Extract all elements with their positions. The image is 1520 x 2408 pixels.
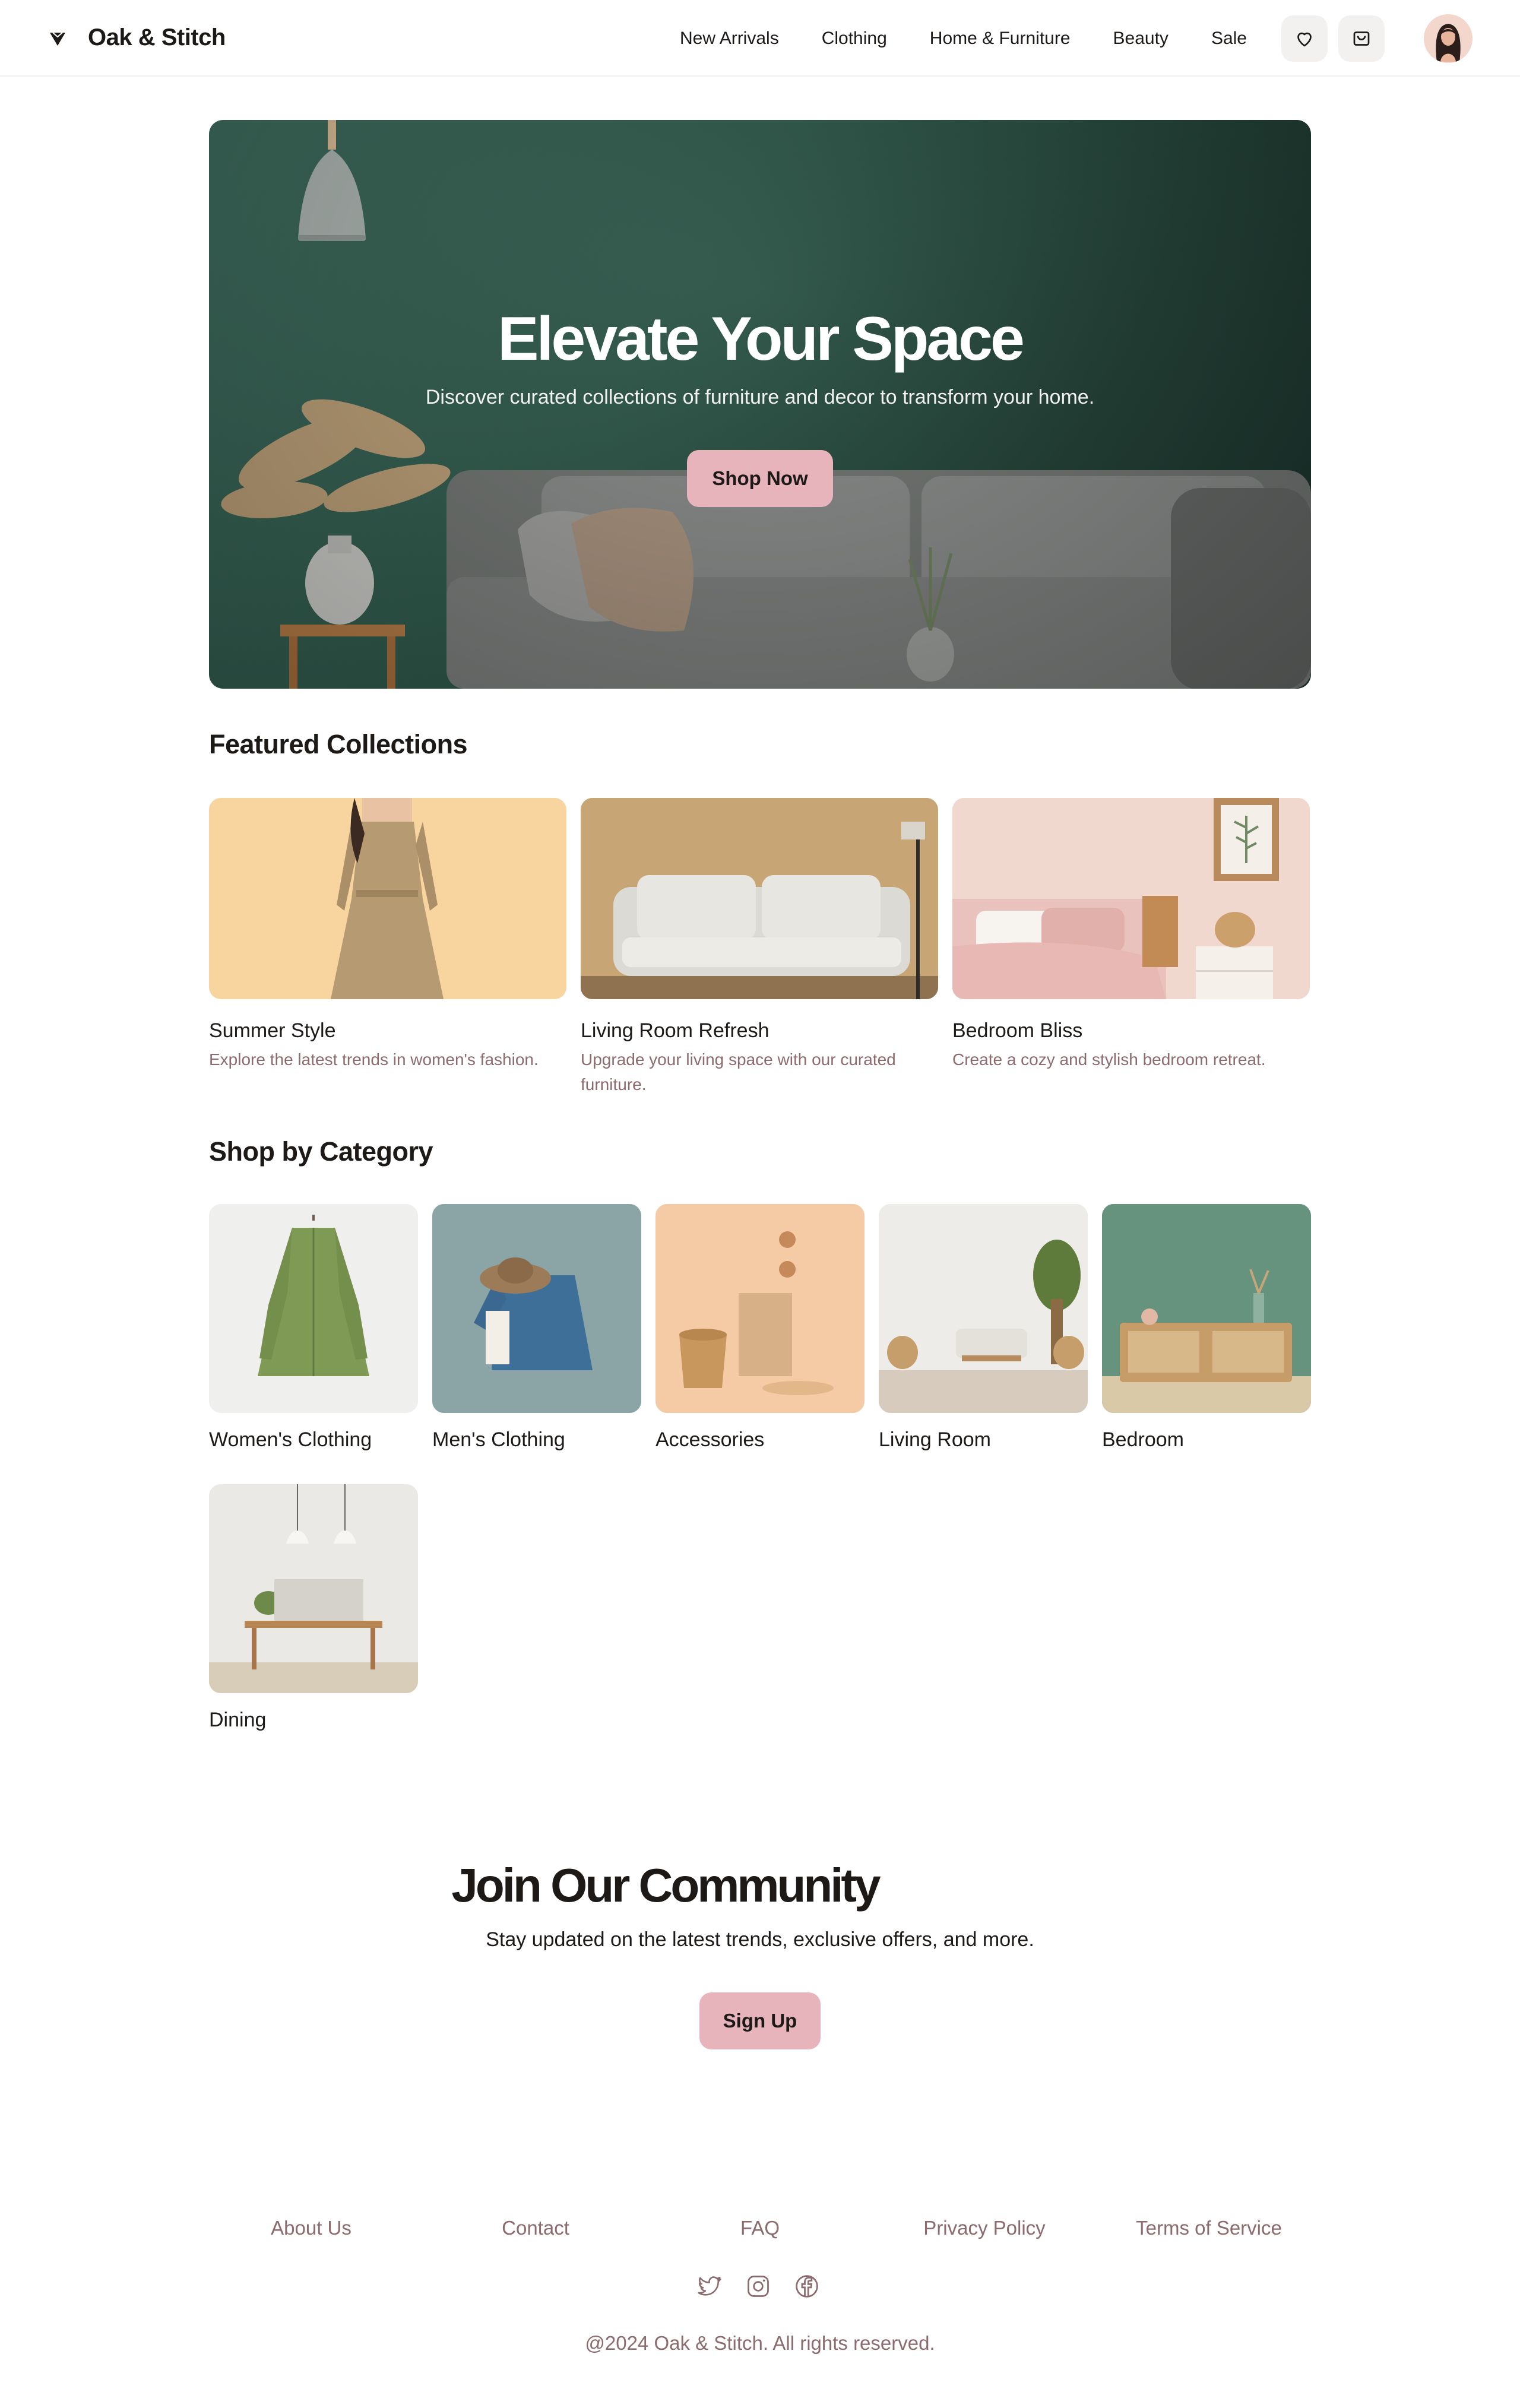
collection-card-living-room-refresh[interactable]: Living Room Refresh Upgrade your living … bbox=[581, 798, 938, 1097]
nav-home-furniture[interactable]: Home & Furniture bbox=[930, 28, 1071, 49]
category-dining[interactable]: Dining bbox=[209, 1484, 418, 1732]
category-image bbox=[209, 1204, 418, 1413]
facebook-icon[interactable] bbox=[793, 2273, 821, 2300]
footer-links: About Us Contact FAQ Privacy Policy Term… bbox=[209, 2217, 1311, 2245]
category-label: Women's Clothing bbox=[209, 1428, 372, 1451]
avatar[interactable] bbox=[1424, 14, 1472, 63]
category-living-room[interactable]: Living Room bbox=[879, 1204, 1088, 1452]
copyright: @2024 Oak & Stitch. All rights reserved. bbox=[585, 2332, 935, 2354]
cart-button[interactable] bbox=[1338, 15, 1385, 62]
cart-icon bbox=[1353, 31, 1370, 46]
hero-subtitle: Discover curated collections of furnitur… bbox=[425, 386, 1095, 408]
social-links bbox=[696, 2273, 821, 2300]
collection-description: Explore the latest trends in women's fas… bbox=[209, 1050, 539, 1069]
collection-card-summer-style[interactable]: Summer Style Explore the latest trends i… bbox=[209, 798, 566, 1072]
sign-up-button[interactable]: Sign Up bbox=[699, 1992, 821, 2049]
collection-card-bedroom-bliss[interactable]: Bedroom Bliss Create a cozy and stylish … bbox=[952, 798, 1310, 1072]
category-image bbox=[432, 1204, 641, 1413]
shop-by-category-title: Shop by Category bbox=[209, 1136, 433, 1167]
wishlist-button[interactable] bbox=[1281, 15, 1328, 62]
footer-link-terms-of-service[interactable]: Terms of Service bbox=[1136, 2217, 1282, 2239]
twitter-icon[interactable] bbox=[696, 2273, 723, 2300]
collection-description: Create a cozy and stylish bedroom retrea… bbox=[952, 1050, 1266, 1069]
nav-new-arrivals[interactable]: New Arrivals bbox=[680, 28, 779, 49]
category-mens-clothing[interactable]: Men's Clothing bbox=[432, 1204, 641, 1452]
community-subtitle: Stay updated on the latest trends, exclu… bbox=[486, 1928, 1034, 1951]
category-image bbox=[209, 1484, 418, 1693]
category-accessories[interactable]: Accessories bbox=[656, 1204, 864, 1452]
brand-name: Oak & Stitch bbox=[88, 24, 226, 50]
collection-description: Upgrade your living space with our curat… bbox=[581, 1050, 896, 1094]
instagram-icon[interactable] bbox=[745, 2273, 772, 2300]
nav-clothing[interactable]: Clothing bbox=[822, 28, 887, 49]
footer-link-faq[interactable]: FAQ bbox=[740, 2217, 780, 2239]
collection-title: Summer Style bbox=[209, 1019, 336, 1042]
collection-image bbox=[952, 798, 1310, 999]
footer-link-contact[interactable]: Contact bbox=[502, 2217, 569, 2239]
category-label: Dining bbox=[209, 1709, 267, 1731]
category-womens-clothing[interactable]: Women's Clothing bbox=[209, 1204, 418, 1452]
nav-beauty[interactable]: Beauty bbox=[1113, 28, 1168, 49]
category-image bbox=[656, 1204, 864, 1413]
category-label: Living Room bbox=[879, 1428, 991, 1451]
brand-logo-icon bbox=[48, 28, 68, 48]
collection-image bbox=[581, 798, 938, 999]
collection-image bbox=[209, 798, 566, 999]
category-label: Accessories bbox=[656, 1428, 765, 1451]
footer-link-about-us[interactable]: About Us bbox=[271, 2217, 352, 2239]
category-image bbox=[879, 1204, 1088, 1413]
heart-icon bbox=[1297, 32, 1312, 47]
brand[interactable]: Oak & Stitch bbox=[48, 24, 226, 51]
category-bedroom[interactable]: Bedroom bbox=[1102, 1204, 1311, 1452]
category-label: Bedroom bbox=[1102, 1428, 1184, 1451]
hero-title: Elevate Your Space bbox=[498, 305, 1025, 373]
category-image bbox=[1102, 1204, 1311, 1413]
collection-title: Bedroom Bliss bbox=[952, 1019, 1083, 1042]
featured-collections-title: Featured Collections bbox=[209, 729, 468, 759]
category-label: Men's Clothing bbox=[432, 1428, 565, 1451]
footer-link-privacy-policy[interactable]: Privacy Policy bbox=[923, 2217, 1045, 2239]
community-title: Join Our Community bbox=[451, 1859, 881, 1912]
main-nav: New Arrivals Clothing Home & Furniture B… bbox=[680, 0, 1247, 77]
site-header: Oak & Stitch New Arrivals Clothing Home … bbox=[0, 0, 1520, 77]
shop-now-button[interactable]: Shop Now bbox=[687, 450, 833, 507]
collection-title: Living Room Refresh bbox=[581, 1019, 770, 1042]
hero-banner: Elevate Your Space Discover curated coll… bbox=[209, 120, 1311, 689]
nav-sale[interactable]: Sale bbox=[1211, 28, 1247, 49]
